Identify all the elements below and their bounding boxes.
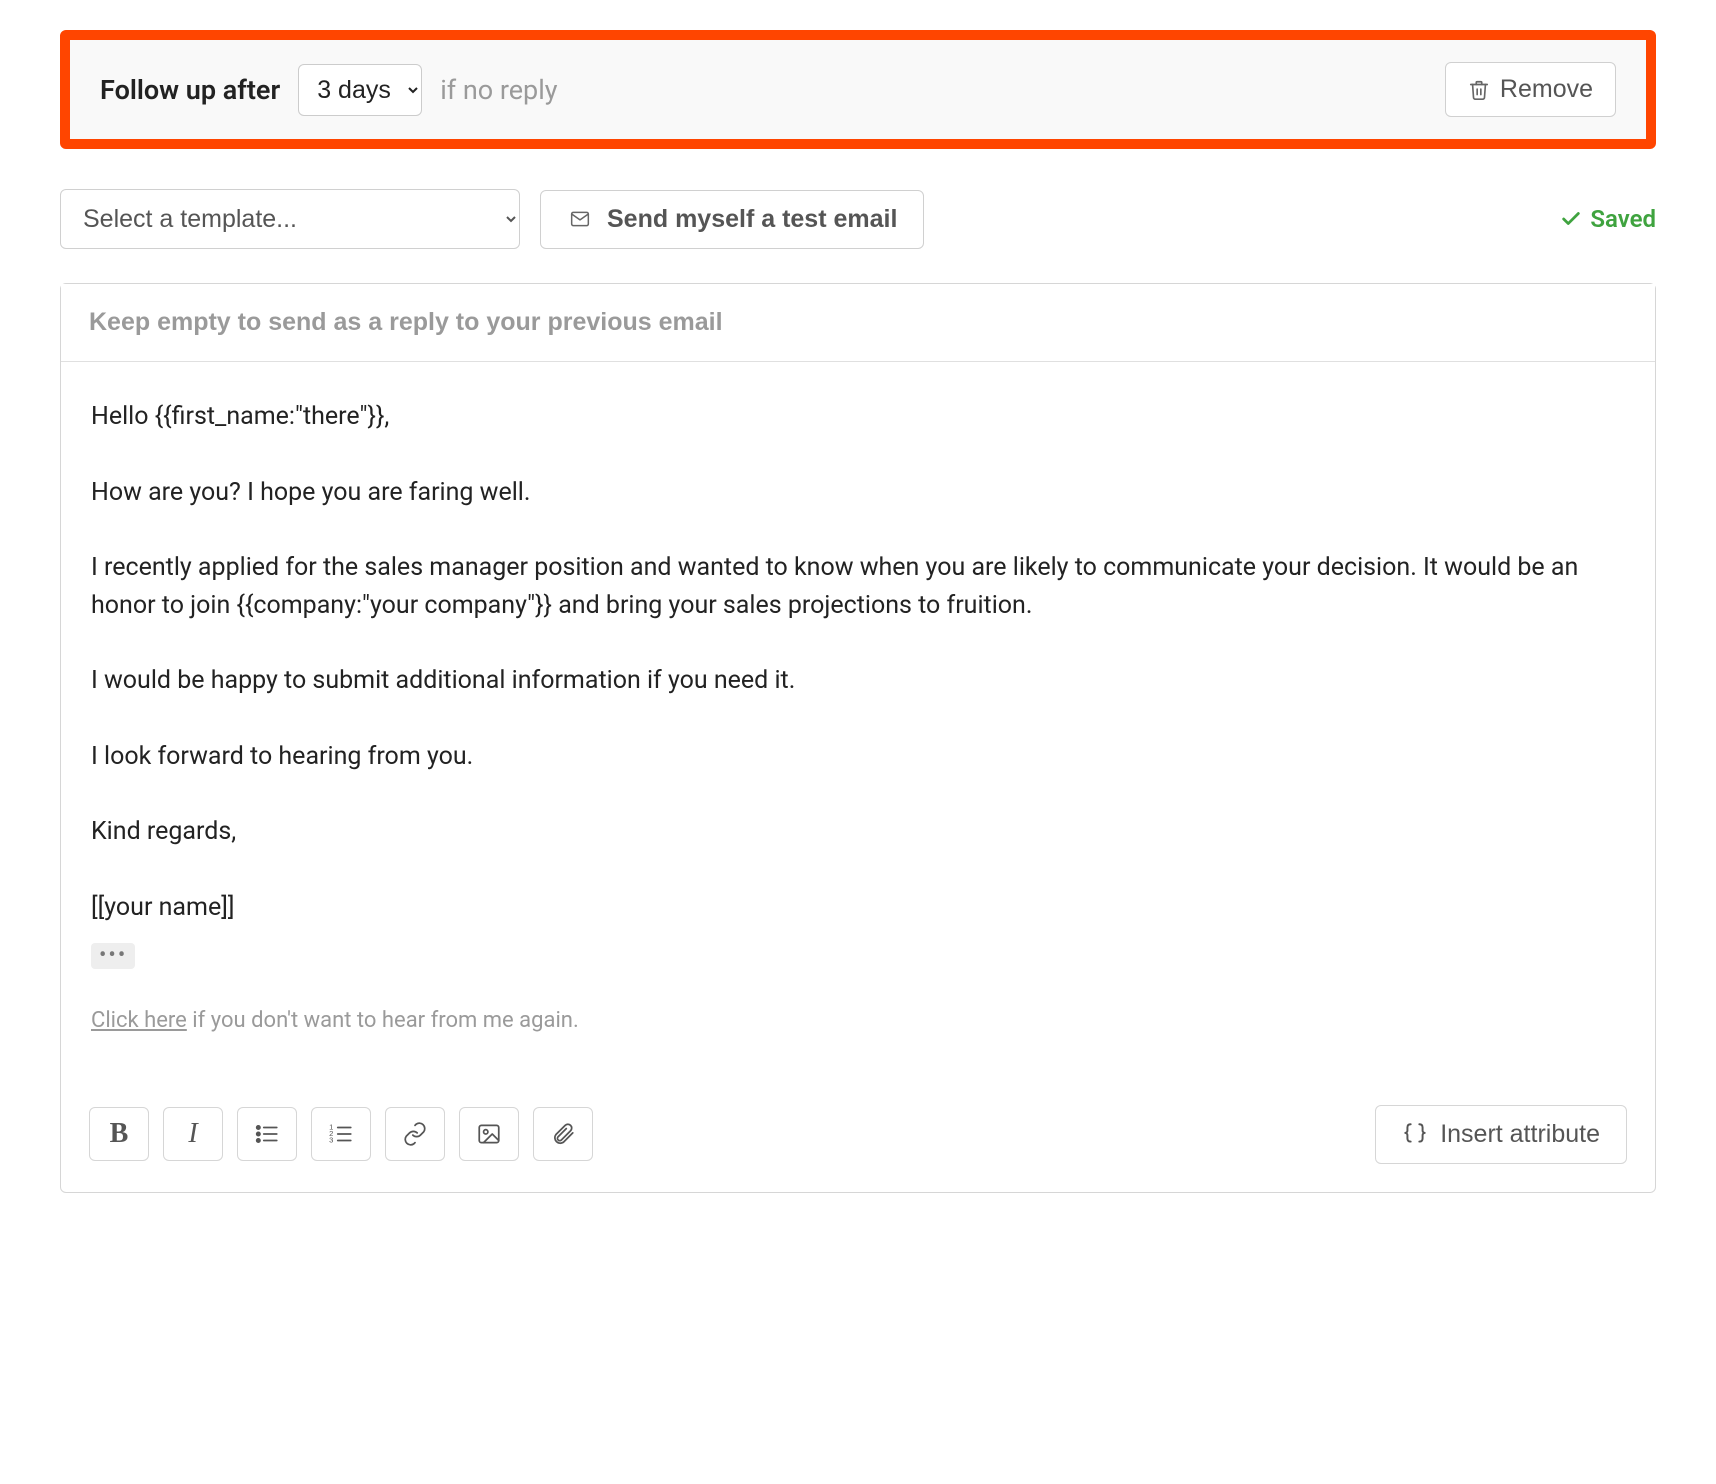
followup-suffix: if no reply [440, 74, 557, 106]
body-line: Hello {{first_name:"there"}}, [91, 398, 1625, 436]
followup-prefix: Follow up after [100, 74, 280, 106]
body-line: I recently applied for the sales manager… [91, 549, 1625, 624]
unsubscribe-tail: if you don't want to hear from me again. [187, 1008, 579, 1033]
body-line: How are you? I hope you are faring well. [91, 474, 1625, 512]
image-button[interactable] [459, 1107, 519, 1161]
subject-input[interactable] [61, 284, 1655, 362]
check-icon [1560, 208, 1582, 230]
numbered-list-icon: 123 [328, 1121, 354, 1147]
editor-toolbar: B I 123 Insert attribute [61, 1085, 1655, 1192]
email-body[interactable]: Hello {{first_name:"there"}}, How are yo… [61, 362, 1655, 1085]
send-test-email-button[interactable]: Send myself a test email [540, 190, 924, 249]
followup-delay-select[interactable]: 3 days [298, 64, 422, 116]
link-button[interactable] [385, 1107, 445, 1161]
send-test-label: Send myself a test email [607, 205, 897, 234]
saved-indicator: Saved [1560, 205, 1656, 233]
followup-bar: Follow up after 3 days if no reply Remov… [60, 30, 1656, 149]
trash-icon [1468, 79, 1490, 101]
insert-attribute-button[interactable]: Insert attribute [1375, 1105, 1627, 1164]
body-line: [[your name]] [91, 889, 1625, 927]
unsubscribe-line: Click here if you don't want to hear fro… [91, 1004, 1625, 1037]
remove-button[interactable]: Remove [1445, 62, 1616, 117]
bullet-list-icon [254, 1121, 280, 1147]
actions-row: Select a template... Send myself a test … [60, 189, 1656, 249]
braces-icon [1402, 1121, 1428, 1147]
attachment-button[interactable] [533, 1107, 593, 1161]
body-line: I would be happy to submit additional in… [91, 662, 1625, 700]
body-line: Kind regards, [91, 813, 1625, 851]
saved-label: Saved [1590, 205, 1656, 233]
paperclip-icon [550, 1121, 576, 1147]
svg-text:3: 3 [329, 1136, 333, 1145]
numbered-list-button[interactable]: 123 [311, 1107, 371, 1161]
link-icon [402, 1121, 428, 1147]
signature-toggle[interactable]: ••• [91, 943, 135, 969]
italic-button[interactable]: I [163, 1107, 223, 1161]
remove-label: Remove [1500, 75, 1593, 104]
bullet-list-button[interactable] [237, 1107, 297, 1161]
bold-button[interactable]: B [89, 1107, 149, 1161]
image-icon [476, 1121, 502, 1147]
insert-attribute-label: Insert attribute [1440, 1120, 1600, 1149]
unsubscribe-link[interactable]: Click here [91, 1008, 187, 1033]
editor-card: Hello {{first_name:"there"}}, How are yo… [60, 283, 1656, 1193]
body-line: I look forward to hearing from you. [91, 738, 1625, 776]
template-select[interactable]: Select a template... [60, 189, 520, 249]
envelope-icon [567, 209, 593, 229]
